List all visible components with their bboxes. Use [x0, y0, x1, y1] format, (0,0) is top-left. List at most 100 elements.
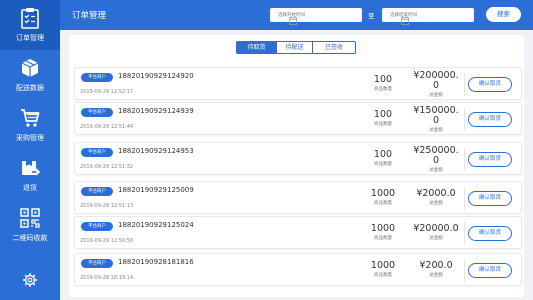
- quantity-label: 商品数量: [374, 273, 392, 278]
- box-icon: [19, 57, 41, 79]
- amount-label: 总金额: [429, 93, 443, 98]
- amount-label: 总金额: [429, 236, 443, 241]
- sidebar-item-returns[interactable]: 退货: [0, 150, 60, 200]
- order-time: 2019-09-29 12:51:44: [80, 124, 134, 130]
- tab-pending-delivery[interactable]: 待配送: [277, 41, 313, 54]
- confirm-pickup-button[interactable]: 确认取货: [468, 191, 512, 206]
- divider: [464, 259, 465, 282]
- clipboard-icon: [19, 7, 41, 29]
- calendar-icon[interactable]: [401, 10, 409, 25]
- order-time: 2019-09-28 18:19:14: [80, 275, 134, 281]
- amount-block: ¥250000. 0 总金额: [408, 145, 464, 173]
- sidebar: 订单管理 配送数据 采购管理 退货 二维码收款: [0, 0, 60, 300]
- tab-signed[interactable]: 已签收: [313, 41, 356, 54]
- merchant-badge: 平台商户: [81, 73, 113, 82]
- amount-value: ¥2000.0: [416, 188, 456, 199]
- merchant-badge: 平台商户: [81, 259, 113, 268]
- amount-label: 总金额: [429, 201, 443, 206]
- merchant-badge: 平台商户: [81, 222, 113, 231]
- sidebar-item-delivery[interactable]: 配送数据: [0, 50, 60, 100]
- order-row: 平台商户 18820190928181816 2019-09-28 18:19:…: [74, 253, 522, 286]
- order-number: 18820190929124939: [118, 107, 194, 115]
- calendar-icon[interactable]: [289, 10, 297, 25]
- quantity-label: 商品数量: [374, 87, 392, 92]
- quantity-block: 100 商品数量: [363, 149, 403, 167]
- date-range-separator: 至: [368, 12, 375, 20]
- order-number: 18820190929125009: [118, 186, 194, 194]
- quantity-label: 商品数量: [374, 236, 392, 241]
- quantity-block: 1000 商品数量: [363, 260, 403, 278]
- order-time: 2019-09-29 12:52:17: [80, 89, 134, 95]
- sidebar-item-orders[interactable]: 订单管理: [0, 0, 60, 50]
- sidebar-item-purchase[interactable]: 采购管理: [0, 100, 60, 150]
- amount-label: 总金额: [429, 168, 443, 173]
- amount-block: ¥2000.0 总金额: [408, 188, 464, 206]
- quantity-value: 1000: [370, 223, 396, 234]
- qrcode-icon: [19, 207, 41, 229]
- quantity-block: 100 商品数量: [363, 109, 403, 127]
- search-button[interactable]: 搜索: [486, 7, 521, 22]
- amount-value: ¥20000.0: [413, 223, 459, 234]
- merchant-badge: 平台商户: [81, 108, 113, 117]
- divider: [464, 222, 465, 245]
- order-time: 2019-09-29 12:51:13: [80, 203, 134, 209]
- confirm-pickup-button[interactable]: 确认取货: [468, 112, 512, 127]
- quantity-value: 100: [373, 109, 393, 120]
- quantity-value: 1000: [370, 188, 396, 199]
- start-date-input[interactable]: [270, 8, 362, 22]
- divider: [464, 73, 465, 96]
- quantity-label: 商品数量: [374, 162, 392, 167]
- amount-value-continued: 0: [432, 115, 440, 126]
- order-time: 2019-09-29 12:51:32: [80, 164, 134, 170]
- quantity-label: 商品数量: [374, 201, 392, 206]
- tab-pending-pickup[interactable]: 待取货: [236, 41, 277, 54]
- confirm-pickup-button[interactable]: 确认取货: [468, 226, 512, 241]
- amount-value: ¥200.0: [419, 260, 453, 271]
- quantity-block: 100 商品数量: [363, 74, 403, 92]
- cart-icon: [19, 107, 41, 129]
- confirm-pickup-button[interactable]: 确认取货: [468, 263, 512, 278]
- amount-value-continued: 0: [432, 155, 440, 166]
- sidebar-item-label: 订单管理: [16, 34, 44, 42]
- order-time: 2019-09-29 12:50:50: [80, 238, 134, 244]
- amount-block: ¥200.0 总金额: [408, 260, 464, 278]
- amount-block: ¥20000.0 总金额: [408, 223, 464, 241]
- order-row: 平台商户 18820190929125024 2019-09-29 12:50:…: [74, 216, 522, 249]
- amount-label: 总金额: [429, 273, 443, 278]
- quantity-value: 100: [373, 74, 393, 85]
- quantity-block: 1000 商品数量: [363, 188, 403, 206]
- order-number: 18820190929124953: [118, 147, 194, 155]
- quantity-label: 商品数量: [374, 122, 392, 127]
- quantity-value: 1000: [370, 260, 396, 271]
- sidebar-item-label: 配送数据: [16, 84, 44, 92]
- quantity-block: 1000 商品数量: [363, 223, 403, 241]
- sidebar-item-qrcode[interactable]: 二维码收款: [0, 200, 60, 250]
- amount-block: ¥200000. 0 总金额: [408, 70, 464, 98]
- return-icon: [19, 157, 41, 179]
- sidebar-item-label: 退货: [23, 184, 37, 192]
- divider: [464, 108, 465, 131]
- order-row: 平台商户 18820190929125009 2019-09-29 12:51:…: [74, 181, 522, 214]
- order-row: 平台商户 18820190929124939 2019-09-29 12:51:…: [74, 102, 522, 135]
- sidebar-item-label: 采购管理: [16, 134, 44, 142]
- order-number: 18820190928181816: [118, 258, 194, 266]
- divider: [464, 148, 465, 171]
- gear-icon[interactable]: [22, 272, 38, 288]
- end-date-input[interactable]: [382, 8, 474, 22]
- divider: [464, 187, 465, 210]
- amount-label: 总金额: [429, 128, 443, 133]
- amount-block: ¥150000. 0 总金额: [408, 105, 464, 133]
- order-number: 18820190929125024: [118, 221, 194, 229]
- amount-value-continued: 0: [432, 80, 440, 91]
- order-row: 平台商户 18820190929124920 2019-09-29 12:52:…: [74, 67, 522, 100]
- sidebar-item-label: 二维码收款: [12, 234, 48, 242]
- confirm-pickup-button[interactable]: 确认取货: [468, 77, 512, 92]
- order-number: 18820190929124920: [118, 72, 194, 80]
- confirm-pickup-button[interactable]: 确认取货: [468, 152, 512, 167]
- quantity-value: 100: [373, 149, 393, 160]
- merchant-badge: 平台商户: [81, 187, 113, 196]
- status-tabs: 待取货 待配送 已签收: [236, 41, 356, 54]
- merchant-badge: 平台商户: [81, 148, 113, 157]
- page-title: 订单管理: [72, 11, 107, 21]
- order-row: 平台商户 18820190929124953 2019-09-29 12:51:…: [74, 142, 522, 175]
